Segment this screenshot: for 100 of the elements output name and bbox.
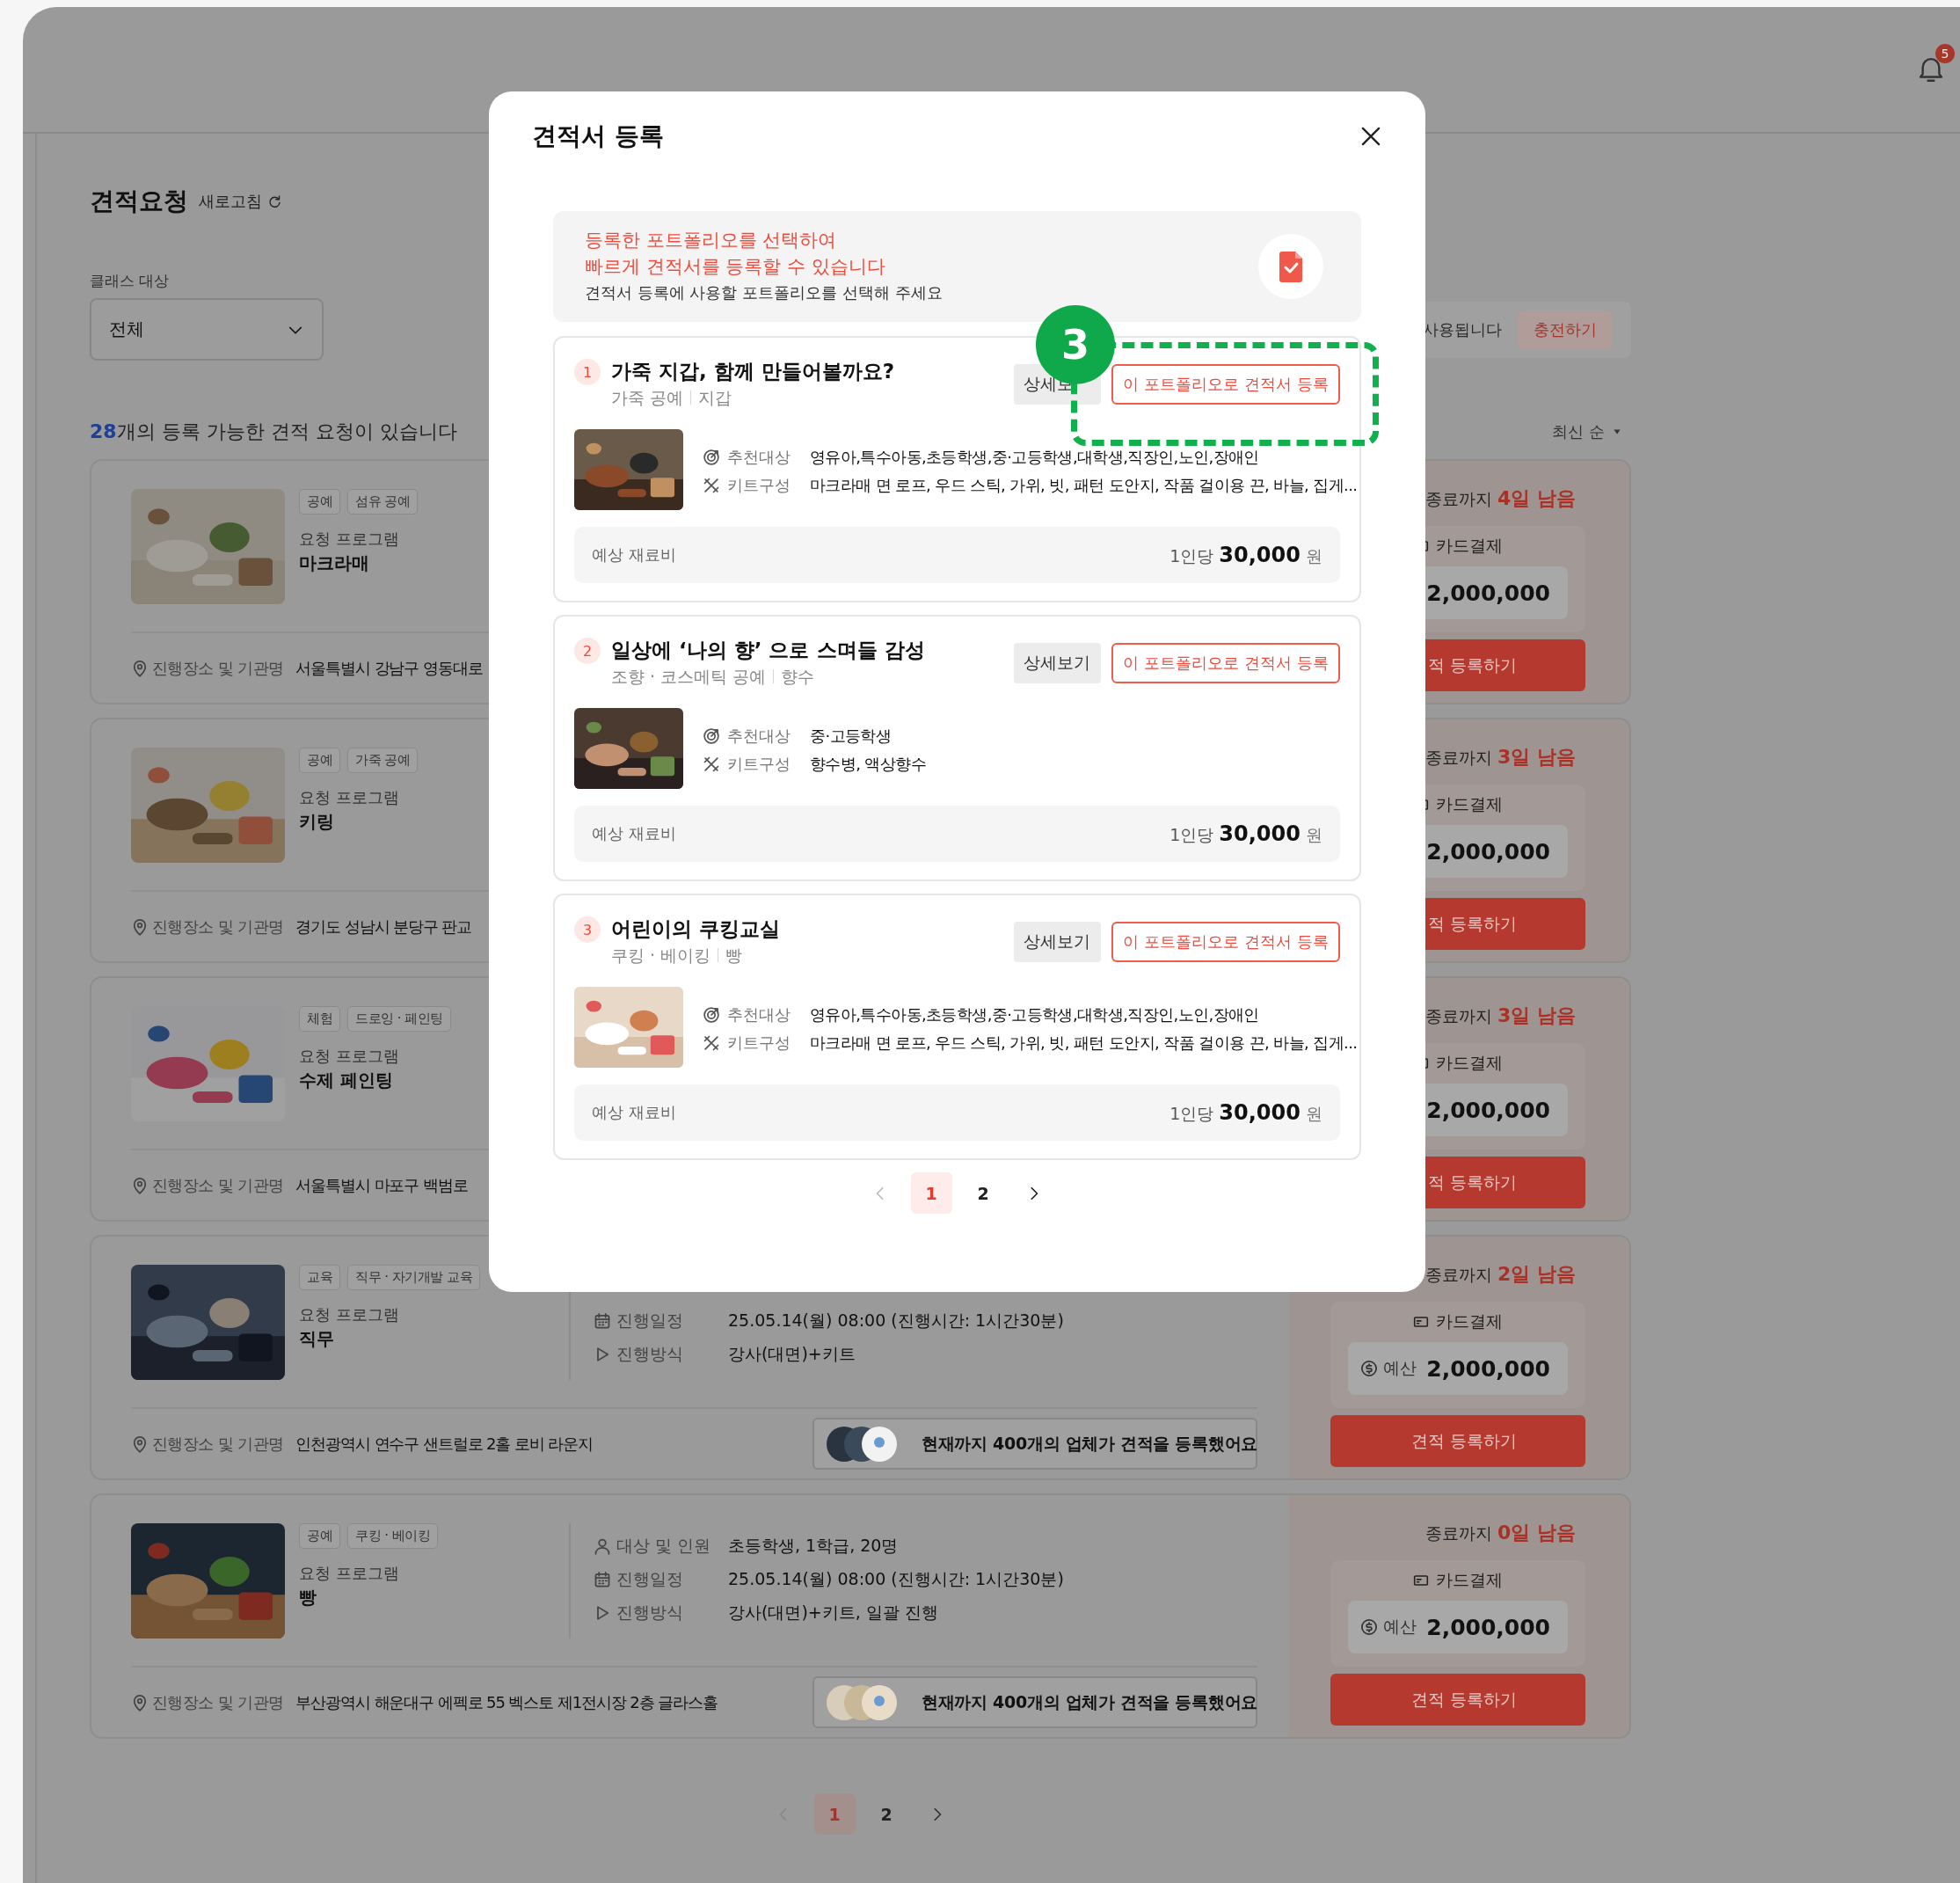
payment-method: 카드결제 (1436, 1310, 1503, 1332)
detail-value: 25.05.14(월) 08:00 (진행시간: 1시간30분) (728, 1310, 1064, 1332)
page-title: 견적요청 (90, 186, 188, 217)
detail-label: 진행방식 (616, 1343, 684, 1365)
filter-dropdown[interactable]: 전체 (90, 298, 324, 361)
cost-value: 1인당 30,000 원 (1169, 821, 1322, 847)
select-portfolio-button[interactable]: 이 포트폴리오로 견적서 등록 (1111, 364, 1340, 405)
category-text: 쿠킹 · 베이킹 (611, 945, 711, 967)
notice-headline: 등록한 포트폴리오를 선택하여 (585, 229, 838, 252)
cost-label: 예상 재료비 (592, 823, 676, 844)
subcategory-text: 향수 (781, 666, 815, 688)
kit-value: 마크라매 면 로프, 우드 스틱, 가위, 빗, 패턴 도안지, 작품 걸이용 끈, 바늘, 집게... (810, 475, 1358, 496)
tools-icon (703, 477, 720, 494)
program-label: 요청 프로그램 (299, 787, 400, 808)
cost-value: 1인당 30,000 원 (1169, 1099, 1322, 1126)
kit-label: 키트구성 (727, 754, 791, 775)
payment-method: 카드결제 (1436, 1052, 1503, 1074)
registration-count-text: 현재까지 400개의 업체가 견적을 등록했어요 (922, 1690, 1257, 1713)
card-icon (1413, 1573, 1429, 1588)
dollar-icon (1360, 1360, 1378, 1377)
category-tag: 섬유 공예 (347, 489, 419, 515)
budget-value: 2,000,000 (1426, 580, 1550, 606)
modal-title: 견적서 등록 (532, 120, 664, 152)
request-count-text: 28개의 등록 가능한 견적 요청이 있습니다 (90, 420, 457, 444)
program-name: 직무 (299, 1327, 335, 1351)
register-quote-button[interactable]: 견적 등록하기 (1330, 1674, 1585, 1726)
location-label: 진행장소 및 기관명 (152, 1691, 284, 1713)
select-portfolio-button[interactable]: 이 포트폴리오로 견적서 등록 (1111, 922, 1340, 962)
category-tag: 교육 (299, 1265, 340, 1290)
detail-value: 강사(대면)+키트 (728, 1343, 856, 1365)
filter-label: 클래스 대상 (90, 271, 170, 291)
detail-value: 강사(대면)+키트, 일괄 진행 (728, 1602, 938, 1624)
program-name: 마크라매 (299, 551, 370, 575)
refresh-icon[interactable] (267, 194, 281, 208)
number-badge: 2 (574, 638, 601, 664)
deadline-text: 종료까지 4일 남음 (1425, 486, 1576, 511)
location-pin-icon (131, 1434, 149, 1453)
subcategory-text: 빵 (725, 945, 743, 967)
category-tag: 체험 (299, 1006, 340, 1032)
location-value: 인천광역시 연수구 샌트럴로 2홀 로비 라운지 (295, 1433, 594, 1455)
target-icon (703, 1006, 720, 1024)
detail-button[interactable]: 상세보기 (1014, 643, 1101, 683)
target-icon (703, 449, 720, 466)
target-value: 중·고등학생 (810, 726, 893, 747)
budget-value: 2,000,000 (1426, 1355, 1550, 1382)
sort-dropdown[interactable]: 최신 순 (1552, 421, 1631, 442)
close-button[interactable] (1359, 125, 1382, 148)
number-badge: 3 (574, 916, 601, 943)
kit-value: 마크라매 면 로프, 우드 스틱, 가위, 빗, 패턴 도안지, 작품 걸이용 끈, 바늘, 집게... (810, 1033, 1358, 1054)
location-value: 경기도 성남시 분당구 판교 (295, 916, 472, 938)
kit-label: 키트구성 (727, 1033, 791, 1054)
target-value: 영유아,특수아동,초등학생,중·고등학생,대학생,직장인,노인,장애인 (810, 1004, 1260, 1025)
program-label: 요청 프로그램 (299, 1563, 400, 1584)
detail-label: 진행방식 (616, 1602, 684, 1624)
page-button[interactable]: 2 (865, 1793, 907, 1835)
calendar-icon (594, 1571, 611, 1588)
payment-method: 카드결제 (1436, 535, 1503, 557)
target-label: 추천대상 (727, 447, 791, 468)
detail-button[interactable]: 상세보기 (1014, 922, 1101, 962)
deadline-text: 종료까지 3일 남음 (1425, 745, 1576, 770)
category-tag: 가죽 공예 (347, 748, 419, 773)
banner-text: 사용됩니다 (1423, 319, 1502, 340)
deadline-text: 종료까지 2일 남음 (1425, 1262, 1576, 1287)
page-button[interactable]: 1 (813, 1793, 856, 1835)
program-label: 요청 프로그램 (299, 1304, 400, 1325)
page-button[interactable]: 2 (962, 1172, 1004, 1214)
registration-count-text: 현재까지 400개의 업체가 견적을 등록했어요 (922, 1432, 1257, 1455)
subcategory-text: 지갑 (698, 387, 732, 409)
page-button[interactable]: 1 (910, 1172, 952, 1214)
program-name: 수제 페인팅 (299, 1069, 394, 1092)
refresh-button[interactable]: 새로고침 (199, 191, 281, 212)
budget-value: 2,000,000 (1426, 838, 1550, 865)
category-tag: 공예 (299, 489, 340, 515)
dollar-icon (1360, 1618, 1378, 1636)
location-label: 진행장소 및 기관명 (152, 1174, 284, 1196)
location-value: 서울특별시 강남구 영동대로 (295, 657, 483, 679)
category-tag: 드로잉 · 페인팅 (347, 1006, 451, 1032)
calendar-icon (594, 1312, 611, 1330)
budget-label: 예산 (1383, 1616, 1417, 1638)
target-value: 영유아,특수아동,초등학생,중·고등학생,대학생,직장인,노인,장애인 (810, 447, 1260, 468)
deadline-text: 종료까지 0일 남음 (1425, 1521, 1576, 1545)
target-label: 추천대상 (727, 726, 791, 747)
location-label: 진행장소 및 기관명 (152, 657, 284, 679)
detail-label: 진행일정 (616, 1310, 684, 1332)
target-icon (703, 727, 720, 745)
select-portfolio-button[interactable]: 이 포트폴리오로 견적서 등록 (1111, 643, 1340, 683)
category-tag: 쿠킹 · 베이킹 (347, 1523, 439, 1549)
program-name: 키링 (299, 810, 335, 834)
register-quote-button[interactable]: 견적 등록하기 (1330, 1415, 1585, 1467)
kit-label: 키트구성 (727, 475, 791, 496)
charge-button[interactable]: 충전하기 (1518, 310, 1613, 349)
cost-label: 예상 재료비 (592, 1102, 676, 1123)
payment-method: 카드결제 (1436, 1569, 1503, 1591)
cost-label: 예상 재료비 (592, 544, 676, 566)
location-value: 서울특별시 마포구 백범로 (295, 1174, 468, 1196)
person-icon (594, 1537, 611, 1555)
category-tag: 직무 · 자기개발 교육 (347, 1265, 481, 1290)
location-label: 진행장소 및 기관명 (152, 1433, 284, 1455)
notice-hint: 견적서 등록에 사용할 포트폴리오를 선택해 주세요 (585, 282, 943, 303)
category-tag: 공예 (299, 1523, 340, 1549)
